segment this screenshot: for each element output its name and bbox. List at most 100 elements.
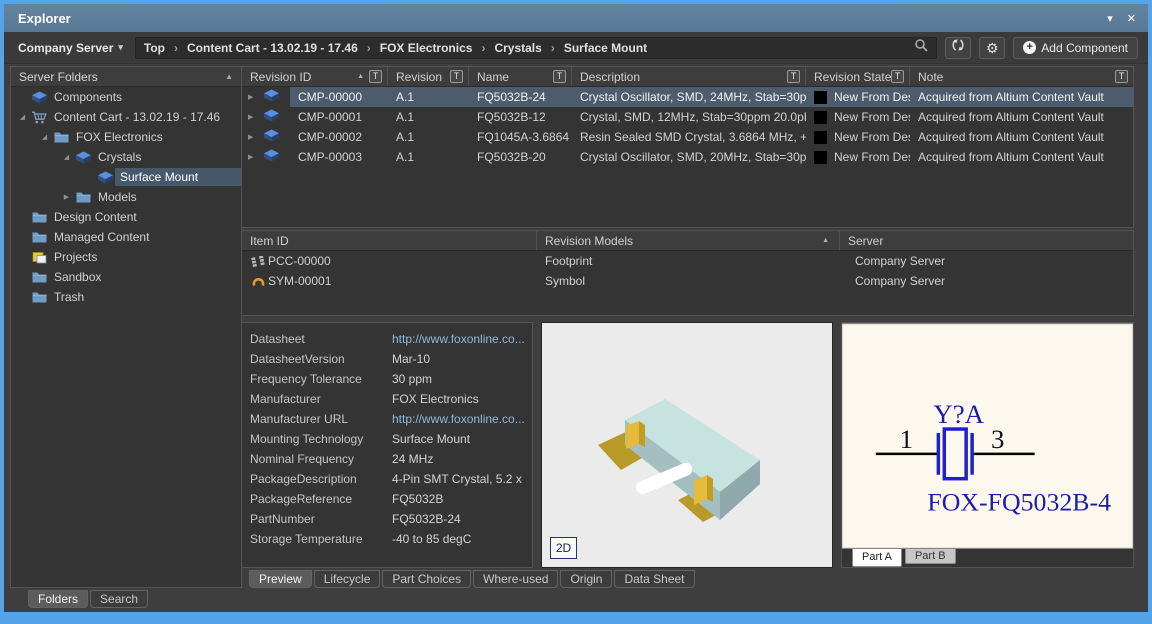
filter-icon[interactable]: T xyxy=(553,70,566,83)
breadcrumb-item-top[interactable]: Top xyxy=(144,41,165,55)
note: Acquired from Altium Content Vault xyxy=(910,107,1133,127)
sidebar-item-label: Models xyxy=(93,188,142,206)
name: FQ5032B-20 xyxy=(469,147,572,167)
components-icon xyxy=(30,91,48,104)
projects-icon xyxy=(30,251,48,264)
symbol-preview: Y?A 1 3 FOX-FQ5032B-4 Part A Part B xyxy=(841,322,1134,568)
expanded-icon[interactable]: ◢ xyxy=(15,113,30,121)
models-table-header: Item ID Revision Models ▲ Server xyxy=(242,231,1133,251)
settings-button[interactable]: ⚙ xyxy=(979,37,1005,59)
sidebar-item-fox-electronics[interactable]: ◢ FOX Electronics xyxy=(11,127,241,147)
footprint-3d-preview[interactable]: 2D xyxy=(541,322,833,568)
breadcrumb-item-surface-mount[interactable]: Surface Mount xyxy=(564,41,647,55)
table-row[interactable]: PCC-00000 Footprint Company Server xyxy=(242,251,1133,271)
breadcrumb-item-crystals[interactable]: Crystals xyxy=(494,41,541,55)
table-row[interactable]: ▶ CMP-00001 A.1 FQ5032B-12 Crystal, SMD,… xyxy=(242,107,1133,127)
column-header-description[interactable]: Description T xyxy=(572,67,806,86)
sidebar-item-surface-mount[interactable]: Surface Mount xyxy=(11,167,241,187)
description: Crystal Oscillator, SMD, 20MHz, Stab=30p… xyxy=(572,147,806,167)
expanded-icon[interactable]: ◢ xyxy=(59,153,74,161)
sidebar-item-components[interactable]: Components xyxy=(11,87,241,107)
column-header-server[interactable]: Server xyxy=(840,231,1133,250)
filter-icon[interactable]: T xyxy=(787,70,800,83)
column-header-revision[interactable]: Revision T xyxy=(388,67,469,86)
row-expander-icon[interactable]: ▶ xyxy=(248,133,259,141)
sidebar-item-crystals[interactable]: ◢ Crystals xyxy=(11,147,241,167)
sync-button[interactable] xyxy=(945,37,971,59)
collapse-panel-icon[interactable]: ▲ xyxy=(225,72,233,81)
table-row[interactable]: SYM-00001 Symbol Company Server xyxy=(242,271,1133,291)
tab-part-b[interactable]: Part B xyxy=(905,549,956,564)
row-expander-icon[interactable]: ▶ xyxy=(248,153,259,161)
column-header-item-id[interactable]: Item ID xyxy=(242,231,537,250)
column-header-revision-models[interactable]: Revision Models ▲ xyxy=(537,231,840,250)
sidebar-item-label: Design Content xyxy=(49,208,142,226)
sidebar-item-sandbox[interactable]: Sandbox xyxy=(11,267,241,287)
filter-icon[interactable]: T xyxy=(450,70,463,83)
sidebar-item-projects[interactable]: Projects xyxy=(11,247,241,267)
tab-data-sheet[interactable]: Data Sheet xyxy=(614,570,694,588)
model-type: Footprint xyxy=(537,251,840,271)
2d-mode-button[interactable]: 2D xyxy=(550,537,577,559)
tab-origin[interactable]: Origin xyxy=(560,570,612,588)
breadcrumb-item-fox-electronics[interactable]: FOX Electronics xyxy=(380,41,473,55)
server-folders-header[interactable]: Server Folders ▲ xyxy=(11,67,241,87)
table-row[interactable]: ▶ CMP-00002 A.1 FQ1045A-3.6864 Resin Sea… xyxy=(242,127,1133,147)
item-id: SYM-00001 xyxy=(268,274,331,288)
sort-ascending-icon[interactable]: ▲ xyxy=(822,237,829,244)
sidebar-item-trash[interactable]: Trash xyxy=(11,287,241,307)
add-component-label: Add Component xyxy=(1041,41,1128,55)
parameters-panel: Datasheethttp://www.foxonline.co... Data… xyxy=(241,322,533,568)
tab-preview[interactable]: Preview xyxy=(249,570,312,588)
component-icon xyxy=(74,151,92,164)
table-row[interactable]: ▶ CMP-00000 A.1 FQ5032B-24 Crystal Oscil… xyxy=(242,87,1133,107)
collapsed-icon[interactable]: ▶ xyxy=(59,193,74,201)
sidebar-item-label: Managed Content xyxy=(49,228,154,246)
breadcrumb: Top › Content Cart - 13.02.19 - 17.46 › … xyxy=(135,37,937,59)
model-type: Symbol xyxy=(537,271,840,291)
sidebar-item-managed-content[interactable]: Managed Content xyxy=(11,227,241,247)
tab-where-used[interactable]: Where-used xyxy=(473,570,558,588)
column-header-note[interactable]: Note T xyxy=(910,67,1133,86)
add-component-button[interactable]: + Add Component xyxy=(1013,37,1138,59)
row-expander-icon[interactable]: ▶ xyxy=(248,113,259,121)
server-selector[interactable]: Company Server ▾ xyxy=(14,41,127,55)
sidebar-item-content-cart[interactable]: ◢ Content Cart - 13.02.19 - 17.46 xyxy=(11,107,241,127)
sidebar-item-design-content[interactable]: Design Content xyxy=(11,207,241,227)
detail-tabs: Preview Lifecycle Part Choices Where-use… xyxy=(249,570,695,588)
sort-ascending-icon[interactable]: ▲ xyxy=(357,73,364,80)
close-icon[interactable]: ✕ xyxy=(1127,12,1136,25)
filter-icon[interactable]: T xyxy=(369,70,382,83)
breadcrumb-item-content-cart[interactable]: Content Cart - 13.02.19 - 17.46 xyxy=(187,41,358,55)
column-header-revision-id[interactable]: Revision ID ▲ T xyxy=(242,67,388,86)
sidebar-item-models[interactable]: ▶ Models xyxy=(11,187,241,207)
datasheet-link[interactable]: http://www.foxonline.co... xyxy=(392,332,524,346)
revision-id: CMP-00000 xyxy=(290,90,362,104)
name: FQ5032B-24 xyxy=(469,87,572,107)
table-row[interactable]: ▶ CMP-00003 A.1 FQ5032B-20 Crystal Oscil… xyxy=(242,147,1133,167)
panel-menu-icon[interactable]: ▾ xyxy=(1107,12,1113,25)
filter-icon[interactable]: T xyxy=(1115,70,1128,83)
column-header-revision-state[interactable]: Revision State T xyxy=(806,67,910,86)
titlebar[interactable]: Explorer ▾ ✕ xyxy=(4,4,1148,32)
tab-folders[interactable]: Folders xyxy=(28,590,88,608)
expanded-icon[interactable]: ◢ xyxy=(37,133,52,141)
column-header-name[interactable]: Name T xyxy=(469,67,572,86)
tab-part-a[interactable]: Part A xyxy=(852,549,902,567)
footprint-icon xyxy=(248,256,268,267)
filter-icon[interactable]: T xyxy=(891,70,904,83)
state-color-swatch xyxy=(814,91,827,104)
tab-lifecycle[interactable]: Lifecycle xyxy=(314,570,381,588)
tab-part-choices[interactable]: Part Choices xyxy=(382,570,471,588)
symbol-part-tabs: Part A Part B xyxy=(842,549,1133,567)
parameter-row: Nominal Frequency24 MHz xyxy=(242,449,532,469)
revision-state: New From Design xyxy=(834,90,910,104)
tab-search[interactable]: Search xyxy=(90,590,148,608)
breadcrumb-separator-icon: › xyxy=(367,41,371,55)
sidebar-tabs: Folders Search xyxy=(28,590,148,608)
window-inner: Explorer ▾ ✕ Company Server ▾ Top › Cont… xyxy=(4,4,1148,612)
manufacturer-url-link[interactable]: http://www.foxonline.co... xyxy=(392,412,524,426)
row-expander-icon[interactable]: ▶ xyxy=(248,93,259,101)
search-icon[interactable] xyxy=(914,38,928,57)
symbol-pin-1: 1 xyxy=(900,424,913,454)
